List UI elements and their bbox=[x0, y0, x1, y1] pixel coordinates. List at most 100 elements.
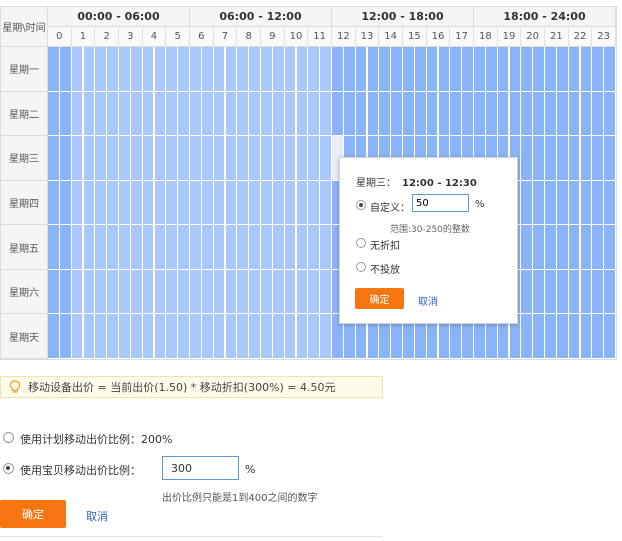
time-slot-cell[interactable] bbox=[261, 180, 273, 226]
time-slot-cell[interactable] bbox=[308, 225, 321, 270]
time-slot-cell[interactable] bbox=[533, 180, 545, 226]
time-slot-cell[interactable] bbox=[272, 314, 285, 359]
popup-cancel-link[interactable]: 取消 bbox=[418, 293, 438, 308]
time-slot-cell[interactable] bbox=[249, 225, 261, 270]
time-slot-cell[interactable] bbox=[201, 269, 214, 315]
time-slot-cell[interactable] bbox=[592, 136, 605, 181]
time-slot-cell[interactable] bbox=[545, 47, 557, 92]
time-slot-cell[interactable] bbox=[178, 91, 190, 137]
custom-radio[interactable] bbox=[356, 200, 366, 210]
time-slot-cell[interactable] bbox=[83, 225, 96, 270]
time-slot-cell[interactable] bbox=[237, 91, 250, 137]
time-slot-cell[interactable] bbox=[166, 47, 179, 92]
time-slot-cell[interactable] bbox=[332, 47, 344, 92]
time-slot-cell[interactable] bbox=[249, 47, 261, 92]
time-slot-cell[interactable] bbox=[107, 47, 119, 92]
time-slot-cell[interactable] bbox=[545, 225, 557, 270]
time-slot-cell[interactable] bbox=[154, 314, 167, 359]
time-slot-cell[interactable] bbox=[568, 225, 581, 270]
time-slot-cell[interactable] bbox=[592, 47, 605, 92]
time-slot-cell[interactable] bbox=[533, 269, 545, 315]
time-slot-cell[interactable] bbox=[213, 269, 226, 315]
time-slot-cell[interactable] bbox=[308, 180, 321, 226]
time-slot-cell[interactable] bbox=[332, 91, 344, 137]
time-slot-cell[interactable] bbox=[545, 91, 557, 137]
time-slot-cell[interactable] bbox=[556, 47, 569, 92]
time-slot-cell[interactable] bbox=[272, 225, 285, 270]
time-slot-cell[interactable] bbox=[367, 47, 380, 92]
time-slot-cell[interactable] bbox=[474, 91, 486, 137]
time-slot-cell[interactable] bbox=[308, 314, 321, 359]
time-slot-cell[interactable] bbox=[533, 91, 545, 137]
time-slot-cell[interactable] bbox=[272, 136, 285, 181]
time-slot-cell[interactable] bbox=[119, 180, 131, 226]
time-slot-cell[interactable] bbox=[284, 225, 297, 270]
time-slot-cell[interactable] bbox=[142, 91, 155, 137]
time-slot-cell[interactable] bbox=[48, 314, 60, 359]
time-slot-cell[interactable] bbox=[83, 314, 96, 359]
time-slot-cell[interactable] bbox=[438, 47, 451, 92]
time-slot-cell[interactable] bbox=[119, 136, 131, 181]
time-slot-cell[interactable] bbox=[592, 225, 605, 270]
time-slot-cell[interactable] bbox=[178, 180, 190, 226]
time-slot-cell[interactable] bbox=[604, 47, 616, 92]
time-slot-cell[interactable] bbox=[284, 314, 297, 359]
time-slot-cell[interactable] bbox=[580, 225, 593, 270]
time-slot-cell[interactable] bbox=[391, 91, 403, 137]
time-slot-cell[interactable] bbox=[83, 136, 96, 181]
time-slot-cell[interactable] bbox=[580, 91, 593, 137]
time-slot-cell[interactable] bbox=[142, 225, 155, 270]
time-slot-cell[interactable] bbox=[213, 91, 226, 137]
time-slot-cell[interactable] bbox=[166, 180, 179, 226]
time-slot-cell[interactable] bbox=[545, 314, 557, 359]
time-slot-cell[interactable] bbox=[178, 314, 190, 359]
time-slot-cell[interactable] bbox=[521, 180, 534, 226]
time-slot-cell[interactable] bbox=[261, 47, 273, 92]
time-slot-cell[interactable] bbox=[497, 91, 510, 137]
time-slot-cell[interactable] bbox=[107, 225, 119, 270]
time-slot-cell[interactable] bbox=[225, 314, 238, 359]
time-slot-cell[interactable] bbox=[580, 314, 593, 359]
time-slot-cell[interactable] bbox=[556, 314, 569, 359]
time-slot-cell[interactable] bbox=[249, 136, 261, 181]
time-slot-cell[interactable] bbox=[592, 269, 605, 315]
no-bid-radio[interactable] bbox=[356, 262, 366, 272]
time-slot-cell[interactable] bbox=[272, 91, 285, 137]
time-slot-cell[interactable] bbox=[355, 91, 368, 137]
time-slot-cell[interactable] bbox=[166, 136, 179, 181]
time-slot-cell[interactable] bbox=[83, 269, 96, 315]
time-slot-cell[interactable] bbox=[580, 136, 593, 181]
time-slot-cell[interactable] bbox=[521, 314, 534, 359]
time-slot-cell[interactable] bbox=[95, 225, 108, 270]
time-slot-cell[interactable] bbox=[474, 47, 486, 92]
time-slot-cell[interactable] bbox=[604, 269, 616, 315]
time-slot-cell[interactable] bbox=[119, 269, 131, 315]
time-slot-cell[interactable] bbox=[237, 136, 250, 181]
time-slot-cell[interactable] bbox=[580, 269, 593, 315]
time-slot-cell[interactable] bbox=[119, 225, 131, 270]
time-slot-cell[interactable] bbox=[166, 314, 179, 359]
time-slot-cell[interactable] bbox=[130, 225, 143, 270]
time-slot-cell[interactable] bbox=[568, 180, 581, 226]
time-slot-cell[interactable] bbox=[284, 91, 297, 137]
time-slot-cell[interactable] bbox=[190, 136, 202, 181]
time-slot-cell[interactable] bbox=[261, 314, 273, 359]
time-slot-cell[interactable] bbox=[509, 47, 522, 92]
time-slot-cell[interactable] bbox=[379, 47, 392, 92]
time-slot-cell[interactable] bbox=[213, 180, 226, 226]
time-slot-cell[interactable] bbox=[59, 47, 72, 92]
time-slot-cell[interactable] bbox=[568, 47, 581, 92]
time-slot-cell[interactable] bbox=[403, 91, 415, 137]
time-slot-cell[interactable] bbox=[379, 91, 392, 137]
time-slot-cell[interactable] bbox=[190, 314, 202, 359]
time-slot-cell[interactable] bbox=[201, 314, 214, 359]
time-slot-cell[interactable] bbox=[533, 47, 545, 92]
time-slot-cell[interactable] bbox=[450, 47, 463, 92]
time-slot-cell[interactable] bbox=[521, 225, 534, 270]
time-slot-cell[interactable] bbox=[142, 47, 155, 92]
time-slot-cell[interactable] bbox=[261, 91, 273, 137]
time-slot-cell[interactable] bbox=[556, 269, 569, 315]
time-slot-cell[interactable] bbox=[95, 314, 108, 359]
time-slot-cell[interactable] bbox=[261, 269, 273, 315]
time-slot-cell[interactable] bbox=[604, 136, 616, 181]
